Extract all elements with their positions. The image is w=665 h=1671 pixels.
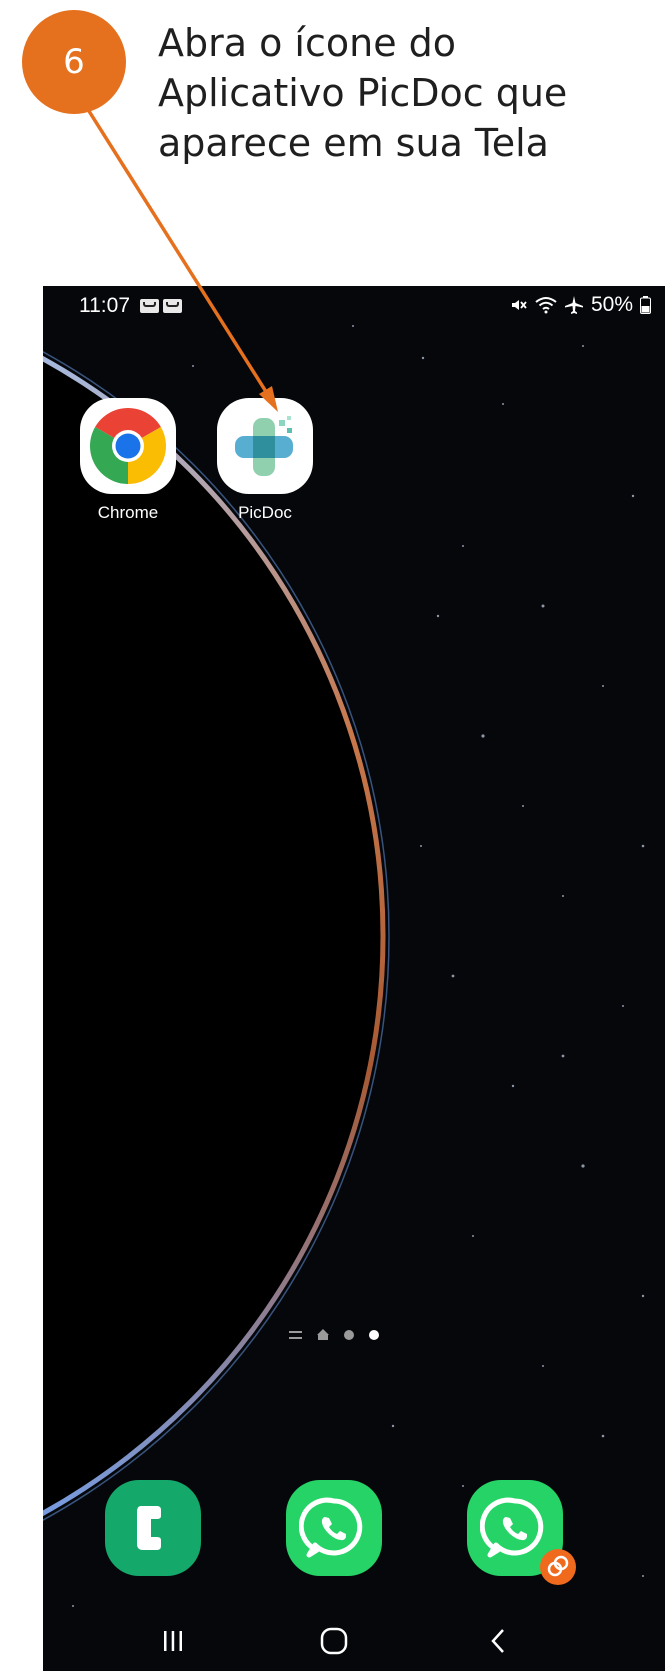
- recents-button[interactable]: [143, 1621, 203, 1661]
- dock-whatsapp-app[interactable]: [286, 1480, 382, 1576]
- page-dot: [344, 1330, 354, 1340]
- app-label-picdoc: PicDoc: [238, 503, 292, 522]
- voicemail-icon: [163, 299, 182, 313]
- battery-percent: 50%: [590, 293, 633, 316]
- page-dot-active: [369, 1330, 379, 1340]
- voicemail-icon: [140, 299, 159, 313]
- wifi-icon: [535, 297, 557, 314]
- picdoc-icon-box: [217, 398, 313, 494]
- recents-icon: [164, 1631, 182, 1651]
- home-page-icon: [317, 1329, 329, 1340]
- status-time: 11:07: [79, 294, 130, 317]
- dock-whatsapp-business-app[interactable]: [467, 1480, 576, 1585]
- phone-icon: [137, 1506, 161, 1550]
- battery-icon: [640, 296, 651, 314]
- dock-phone-app[interactable]: [105, 1480, 201, 1576]
- back-icon: [491, 1629, 504, 1653]
- home-icon: [320, 1627, 348, 1655]
- back-button[interactable]: [468, 1621, 528, 1661]
- instruction-text: Abra o ícone do Aplicativo PicDoc que ap…: [158, 21, 568, 165]
- picdoc-icon: [235, 416, 293, 476]
- page-list-icon: [289, 1331, 302, 1339]
- chrome-icon-box: [80, 398, 176, 494]
- step-number-badge: 6: [22, 10, 126, 114]
- dual-messenger-badge-icon: [540, 1549, 576, 1585]
- status-bar: 11:07 50%: [43, 286, 665, 326]
- home-button[interactable]: [304, 1621, 364, 1661]
- app-label-chrome: Chrome: [97, 503, 159, 522]
- app-chrome[interactable]: Chrome: [73, 398, 183, 523]
- navigation-bar: [43, 1605, 665, 1671]
- whatsapp-icon: [299, 1497, 363, 1558]
- page-indicator[interactable]: [289, 1329, 379, 1340]
- mute-icon: [511, 300, 527, 310]
- chrome-icon: [90, 408, 166, 484]
- airplane-mode-icon: [564, 296, 583, 314]
- phone-screen: 11:07 50% Chrome PicDoc: [43, 286, 665, 1671]
- app-picdoc[interactable]: PicDoc: [210, 398, 320, 523]
